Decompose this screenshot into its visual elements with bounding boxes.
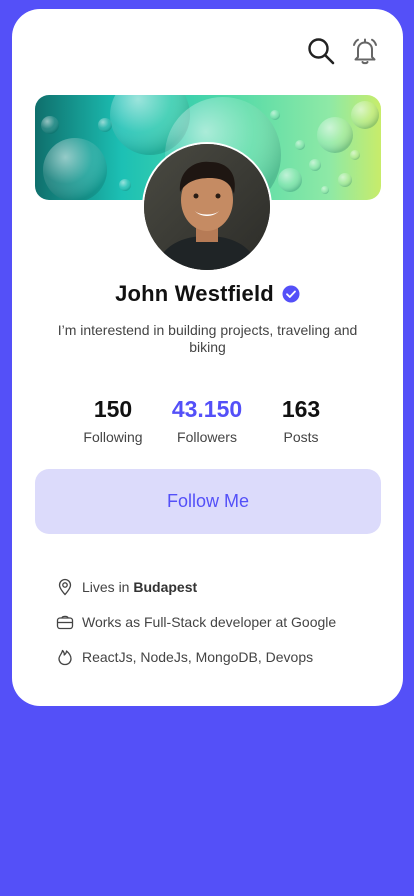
location-pin-icon (56, 578, 74, 596)
search-icon (308, 38, 335, 65)
bell-icon (353, 38, 377, 65)
info-list: Lives in Budapest Works as Full-Stack de… (56, 569, 376, 674)
stats-row: 150 Following 43.150 Followers 163 Posts (12, 395, 403, 455)
info-work-text: Works as Full-Stack developer at Google (82, 613, 337, 630)
info-work: Works as Full-Stack developer at Google (56, 604, 376, 639)
notifications-button[interactable] (349, 35, 381, 67)
profile-card: John Westfield I’m interestend in buildi… (12, 9, 403, 706)
briefcase-icon (56, 613, 74, 631)
info-location-text: Lives in Budapest (82, 578, 198, 595)
info-skills: ReactJs, NodeJs, MongoDB, Devops (56, 639, 376, 674)
stat-label: Posts (283, 429, 319, 445)
verified-badge-icon (282, 285, 300, 303)
follow-button[interactable]: Follow Me (35, 469, 381, 534)
stat-posts[interactable]: 163 Posts (246, 395, 356, 445)
stat-value: 163 (281, 396, 321, 422)
info-location: Lives in Budapest (56, 569, 376, 604)
profile-name: John Westfield (115, 281, 274, 306)
search-button[interactable] (305, 35, 337, 67)
info-skills-text: ReactJs, NodeJs, MongoDB, Devops (82, 648, 314, 665)
avatar[interactable] (142, 142, 272, 272)
profile-bio: I’m interestend in building projects, tr… (57, 322, 358, 355)
flame-icon (56, 648, 74, 666)
name-row: John Westfield (12, 281, 403, 307)
